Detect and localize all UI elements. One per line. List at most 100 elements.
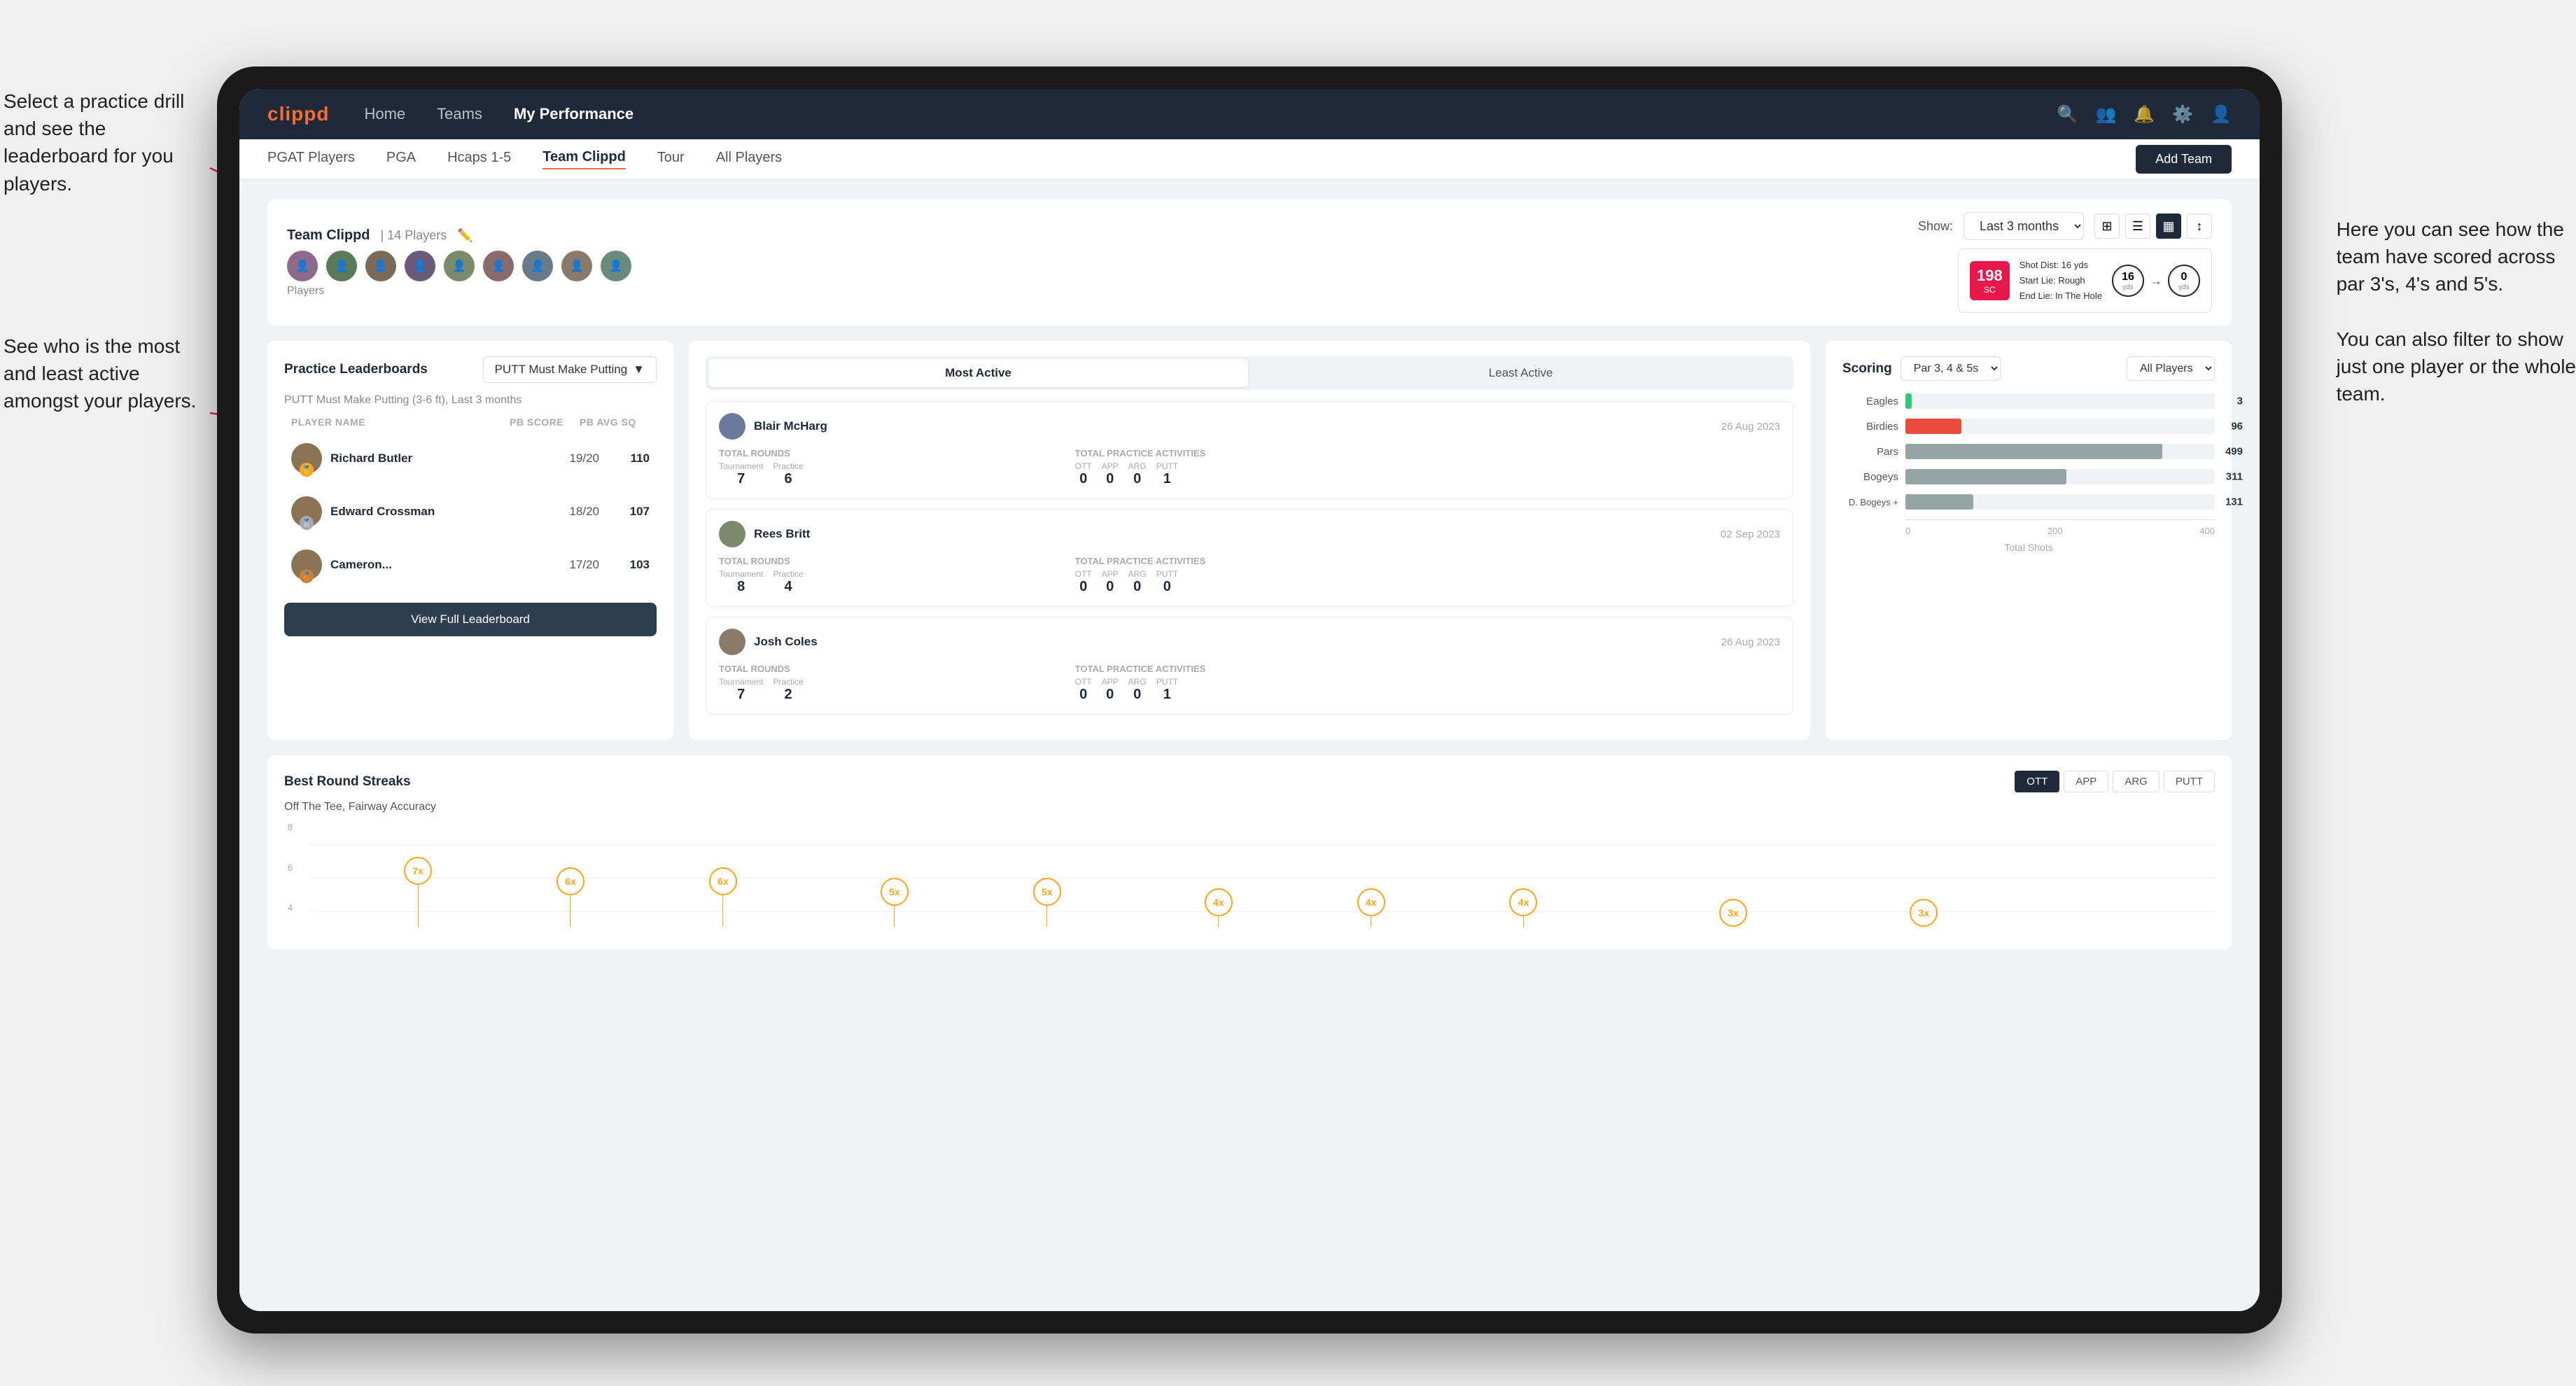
sub-nav-team-clippd[interactable]: Team Clippd (542, 149, 626, 169)
tab-least-active[interactable]: Least Active (1251, 359, 1791, 387)
team-info: Team Clippd | 14 Players ✏️ (287, 227, 1918, 244)
avatar-7[interactable]: 👤 (522, 251, 553, 281)
streaks-filters: OTT APP ARG PUTT (2015, 771, 2215, 792)
sort-icon[interactable]: ↕ (2187, 214, 2212, 239)
circle1-unit: yds (2122, 284, 2134, 291)
view-full-leaderboard-button[interactable]: View Full Leaderboard (284, 603, 657, 636)
bar-bogeys: Bogeys 311 (1842, 469, 2215, 484)
nav-my-performance[interactable]: My Performance (514, 105, 634, 123)
pa-app-val: 0 (1106, 471, 1114, 487)
sub-nav-pga[interactable]: PGA (386, 150, 416, 169)
par-filter-dropdown[interactable]: Par 3, 4 & 5s (1900, 356, 2001, 381)
pa-rounds-values-rees: Tournament 8 Practice 4 (719, 569, 1068, 595)
streak-pin-5: 5x (1033, 878, 1061, 927)
tab-most-active[interactable]: Most Active (708, 359, 1248, 387)
avatar-5[interactable]: 👤 (444, 251, 475, 281)
drill-selector[interactable]: PUTT Must Make Putting ▼ (483, 356, 657, 383)
pa-practice-val: 6 (784, 471, 792, 487)
pa-avatar-josh (719, 629, 746, 655)
add-team-button[interactable]: Add Team (2136, 145, 2232, 174)
pa-putt-label: PUTT (1156, 461, 1178, 471)
bar-label-bogeys: Bogeys (1842, 471, 1898, 483)
streaks-subtitle: Off The Tee, Fairway Accuracy (284, 801, 2215, 813)
pa-rounds-group-rees: Total Rounds Tournament 8 Practice 4 (719, 556, 1068, 595)
avatar-2[interactable]: 👤 (326, 251, 357, 281)
lb-score-2: 18/20 (543, 505, 599, 519)
sub-nav-tour[interactable]: Tour (657, 150, 685, 169)
player-avatars: 👤 👤 👤 👤 👤 👤 👤 👤 👤 (287, 251, 631, 281)
avatar-1[interactable]: 👤 (287, 251, 318, 281)
col-player-name: PLAYER NAME (291, 416, 510, 428)
lb-avatar-3: 🥉 (291, 550, 322, 580)
filter-arg[interactable]: ARG (2113, 771, 2160, 792)
bar-label-birdies: Birdies (1842, 421, 1898, 433)
edit-icon[interactable]: ✏️ (457, 228, 472, 243)
list-view-icon[interactable]: ☰ (2125, 214, 2150, 239)
pa-app: APP 0 (1102, 461, 1119, 487)
avatar-3[interactable]: 👤 (365, 251, 396, 281)
pa-app-label: APP (1102, 461, 1119, 471)
shot-badge: 198 SC (1970, 261, 2010, 300)
leaderboard-row-1[interactable]: 🥇 Richard Butler 19/20 110 (284, 435, 657, 482)
people-icon[interactable]: 👥 (2095, 104, 2116, 125)
card-view-icon[interactable]: ▦ (2156, 214, 2181, 239)
grid-view-icon[interactable]: ⊞ (2094, 214, 2120, 239)
lb-name-1: Richard Butler (330, 451, 535, 465)
three-col-layout: Practice Leaderboards PUTT Must Make Put… (267, 341, 2232, 740)
user-avatar[interactable]: 👤 (2211, 104, 2232, 125)
filter-putt[interactable]: PUTT (2164, 771, 2215, 792)
lb-avatar-1: 🥇 (291, 443, 322, 474)
logo: clippd (267, 103, 329, 125)
streak-pin-6: 4x (1205, 888, 1233, 927)
pa-activities-group: Total Practice Activities OTT 0 APP 0 (1075, 448, 1424, 487)
avatar-8[interactable]: 👤 (561, 251, 592, 281)
lb-name-2: Edward Crossman (330, 505, 535, 519)
top-nav: clippd Home Teams My Performance 🔍 👥 🔔 ⚙… (239, 89, 2260, 139)
avatar-6[interactable]: 👤 (483, 251, 514, 281)
col-pb-score: PB SCORE (510, 416, 580, 428)
sub-nav-hcaps[interactable]: Hcaps 1-5 (447, 150, 511, 169)
bar-label-pars: Pars (1842, 446, 1898, 458)
bar-dbogeys: D. Bogeys + 131 (1842, 494, 2215, 510)
scoring-title: Scoring (1842, 361, 1892, 377)
nav-teams[interactable]: Teams (437, 105, 482, 123)
shot-badge-value: 198 (1977, 267, 2003, 285)
bar-value-birdies: 96 (2231, 421, 2243, 433)
leaderboard-row-3[interactable]: 🥉 Cameron... 17/20 103 (284, 541, 657, 589)
streak-pin-9: 3x (1719, 899, 1747, 927)
avatar-9[interactable]: 👤 (601, 251, 631, 281)
axis-200: 200 (2047, 526, 2063, 536)
main-content: Team Clippd | 14 Players ✏️ 👤 👤 👤 👤 👤 👤 (239, 180, 2260, 1311)
pa-activities-group-josh: Total Practice Activities OTT0 APP0 ARG0… (1075, 664, 1424, 703)
streak-pin-2: 6x (556, 867, 584, 927)
filter-ott[interactable]: OTT (2015, 771, 2059, 792)
settings-icon[interactable]: ⚙️ (2172, 104, 2193, 125)
pa-rounds-label: Total Rounds (719, 448, 1068, 458)
bar-fill-eagles (1905, 393, 1912, 409)
col-pb-avg: PB AVG SQ (580, 416, 650, 428)
streaks-title: Best Round Streaks (284, 774, 411, 790)
lb-avg-2: 107 (608, 505, 650, 519)
bar-value-bogeys: 311 (2226, 471, 2243, 483)
pa-activities-label: Total Practice Activities (1075, 448, 1424, 458)
streak-pin-4: 5x (881, 878, 909, 927)
search-icon[interactable]: 🔍 (2057, 104, 2078, 125)
pa-header-blair: Blair McHarg 26 Aug 2023 (719, 413, 1780, 440)
filter-app[interactable]: APP (2064, 771, 2108, 792)
bar-track-bogeys: 311 (1905, 469, 2215, 484)
shot-card: 198 SC Shot Dist: 16 yds Start Lie: Roug… (1958, 248, 2212, 313)
sub-nav-all-players[interactable]: All Players (716, 150, 782, 169)
team-count: | 14 Players (381, 228, 447, 243)
nav-home[interactable]: Home (364, 105, 405, 123)
avatar-4[interactable]: 👤 (405, 251, 435, 281)
bar-eagles: Eagles 3 (1842, 393, 2215, 409)
shot-end-lie: End Lie: In The Hole (2019, 288, 2102, 304)
leaderboard-row-2[interactable]: 🥈 Edward Crossman 18/20 107 (284, 488, 657, 536)
axis-0: 0 (1905, 526, 1910, 536)
bell-icon[interactable]: 🔔 (2134, 104, 2155, 125)
period-dropdown[interactable]: Last 3 months (1963, 212, 2084, 240)
bar-value-dbogeys: 131 (2225, 496, 2243, 508)
pa-date-blair: 26 Aug 2023 (1721, 421, 1780, 433)
player-filter-dropdown[interactable]: All Players (2127, 356, 2215, 381)
sub-nav-pgat[interactable]: PGAT Players (267, 150, 355, 169)
